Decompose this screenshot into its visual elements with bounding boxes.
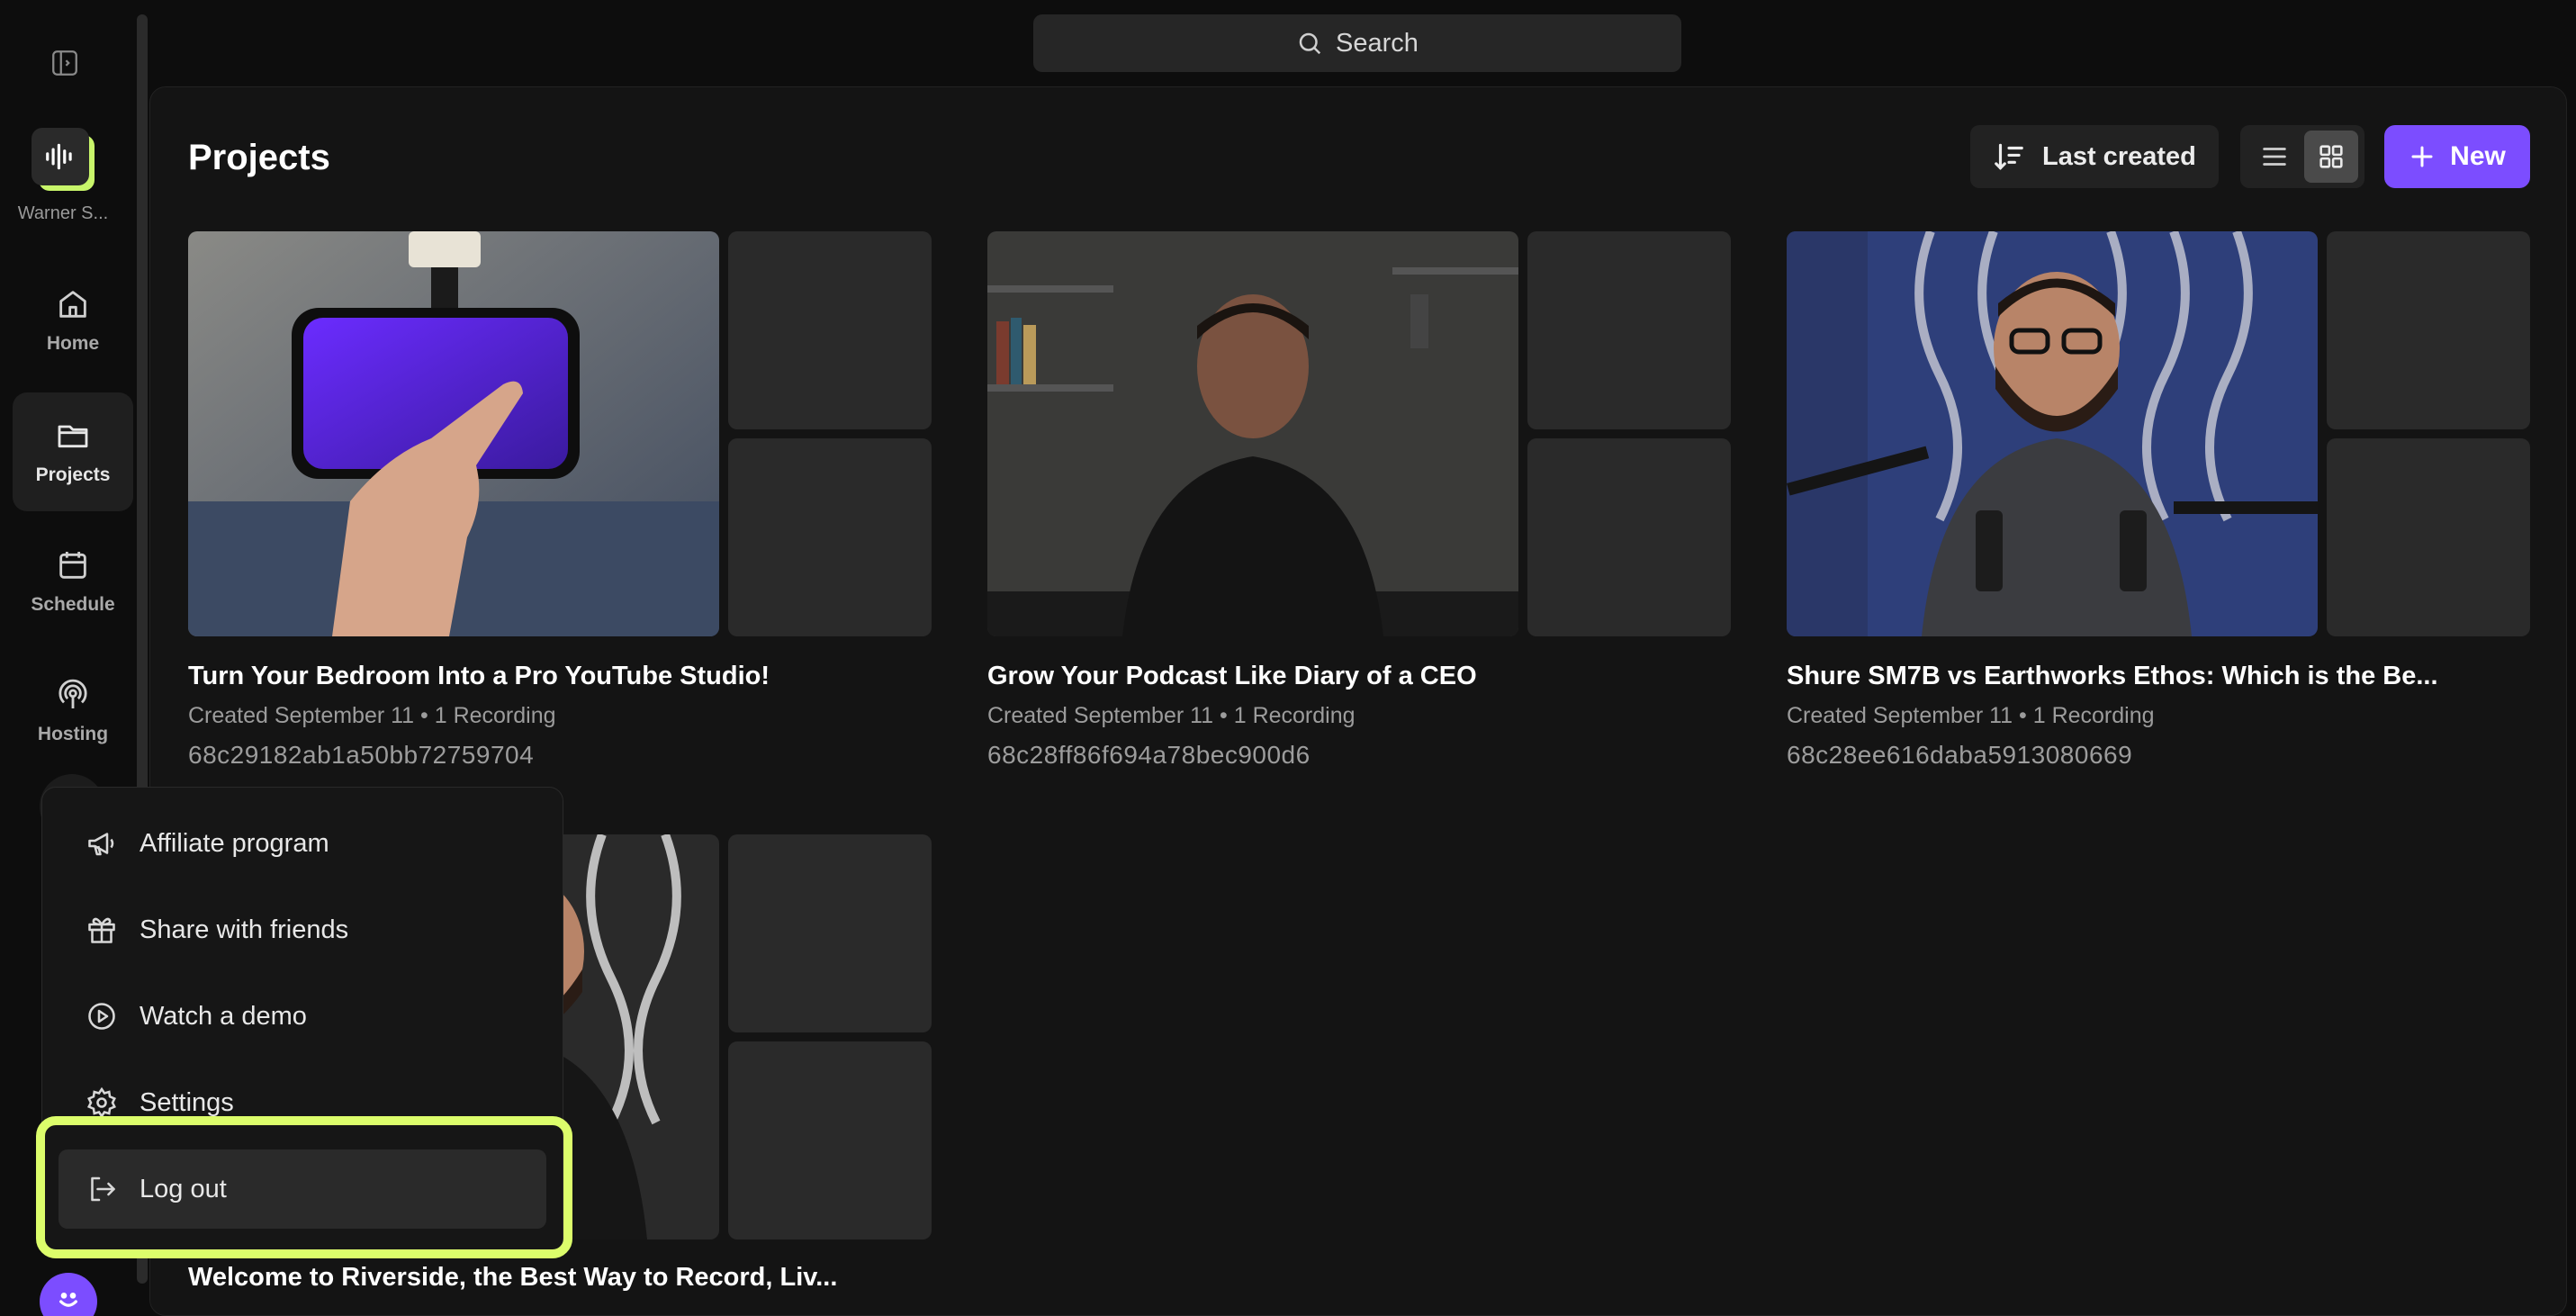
grid-view-button[interactable] bbox=[2303, 131, 2358, 183]
menu-item-watch-a-demo[interactable]: Watch a demo bbox=[42, 980, 564, 1052]
sort-icon bbox=[1995, 143, 2023, 170]
studio-name: Warner S... bbox=[17, 203, 109, 223]
avatar[interactable] bbox=[40, 1273, 97, 1316]
menu-item-label: Watch a demo bbox=[140, 1001, 307, 1031]
logout-icon bbox=[91, 1176, 115, 1202]
thumbnail-placeholder bbox=[1527, 438, 1731, 636]
sort-label: Last created bbox=[2042, 141, 2196, 171]
search-bar[interactable]: Search bbox=[1033, 14, 1681, 72]
menu-item-affiliate-program[interactable]: Affiliate program bbox=[42, 807, 564, 879]
sidebar-item-label: Home bbox=[46, 333, 100, 354]
thumbnail-image-podcaster bbox=[987, 231, 1518, 636]
project-id: 68c28ee616daba5913080669 bbox=[1787, 741, 2133, 769]
menu-item-share-with-friends[interactable]: Share with friends bbox=[42, 894, 564, 966]
thumbnail-image-phone-studio bbox=[188, 231, 719, 636]
user-menu: Affiliate program Share with friends Wat… bbox=[41, 787, 563, 1255]
grid-icon bbox=[2319, 145, 2343, 168]
megaphone-icon bbox=[88, 833, 114, 856]
panel-toggle-icon bbox=[52, 50, 77, 76]
thumbnail-placeholder bbox=[2327, 231, 2530, 429]
thumbnail-placeholder bbox=[728, 438, 932, 636]
sidebar-item-label: Schedule bbox=[31, 594, 115, 615]
sidebar-item-label: Projects bbox=[35, 464, 111, 485]
calendar-icon bbox=[59, 552, 86, 579]
thumbnail-placeholder bbox=[728, 231, 932, 429]
play-circle-icon bbox=[88, 1003, 115, 1030]
sidebar-item-hosting[interactable]: Hosting bbox=[13, 652, 133, 771]
project-id: 68c28ff86f694a78bec900d6 bbox=[987, 741, 1311, 769]
new-label: New bbox=[2450, 141, 2506, 171]
thumbnail-placeholder bbox=[728, 1041, 932, 1239]
project-title[interactable]: Shure SM7B vs Earthworks Ethos: Which is… bbox=[1787, 662, 2438, 691]
studio-switcher[interactable]: Warner S... bbox=[11, 128, 115, 224]
project-id: 68c29182ab1a50bb72759704 bbox=[188, 741, 535, 769]
search-icon bbox=[1299, 32, 1321, 55]
project-meta: Created September 11 • 1 Recording bbox=[188, 703, 556, 728]
thumbnail-placeholder bbox=[2327, 438, 2530, 636]
list-view-button[interactable] bbox=[2247, 131, 2301, 183]
project-title[interactable]: Welcome to Riverside, the Best Way to Re… bbox=[188, 1263, 837, 1293]
waveform-icon bbox=[46, 143, 72, 170]
folder-icon bbox=[58, 425, 88, 448]
view-toggle bbox=[2240, 125, 2364, 188]
project-title[interactable]: Turn Your Bedroom Into a Pro YouTube Stu… bbox=[188, 662, 770, 691]
project-meta: Created September 11 • 1 Recording bbox=[1787, 703, 2155, 728]
menu-item-settings[interactable]: Settings bbox=[42, 1067, 564, 1139]
sidebar-item-projects[interactable]: Projects bbox=[13, 392, 133, 511]
gift-icon bbox=[88, 917, 115, 943]
page-title: Projects bbox=[188, 138, 330, 177]
studio-logo bbox=[32, 128, 95, 191]
smile-icon bbox=[59, 1293, 78, 1307]
thumbnail-placeholder bbox=[1527, 231, 1731, 429]
search-placeholder: Search bbox=[1336, 28, 1419, 58]
gear-icon bbox=[87, 1086, 116, 1119]
menu-item-label: Log out bbox=[140, 1174, 227, 1203]
menu-item-label: Affiliate program bbox=[140, 828, 329, 858]
menu-item-label: Settings bbox=[140, 1087, 234, 1117]
thumbnail-image-mic-comparison bbox=[1787, 231, 2318, 636]
project-thumbnail[interactable] bbox=[1787, 231, 2318, 636]
sidebar-item-label: Hosting bbox=[37, 724, 109, 744]
list-icon bbox=[2262, 148, 2286, 166]
sidebar-collapse-button[interactable] bbox=[49, 47, 81, 79]
thumbnail-placeholder bbox=[728, 834, 932, 1032]
sort-button[interactable]: Last created bbox=[1970, 125, 2219, 188]
home-icon bbox=[59, 291, 86, 318]
plus-icon bbox=[2411, 146, 2433, 167]
sidebar-item-home[interactable]: Home bbox=[13, 261, 133, 380]
menu-item-label: Share with friends bbox=[140, 915, 349, 944]
menu-item-log-out[interactable]: Log out bbox=[59, 1149, 546, 1229]
project-thumbnail[interactable] bbox=[987, 231, 1518, 636]
sidebar-item-schedule[interactable]: Schedule bbox=[13, 522, 133, 641]
podcast-icon bbox=[59, 679, 87, 708]
project-thumbnail[interactable] bbox=[188, 231, 719, 636]
project-title[interactable]: Grow Your Podcast Like Diary of a CEO bbox=[987, 662, 1477, 691]
project-meta: Created September 11 • 1 Recording bbox=[987, 703, 1356, 728]
new-project-button[interactable]: New bbox=[2384, 125, 2530, 188]
